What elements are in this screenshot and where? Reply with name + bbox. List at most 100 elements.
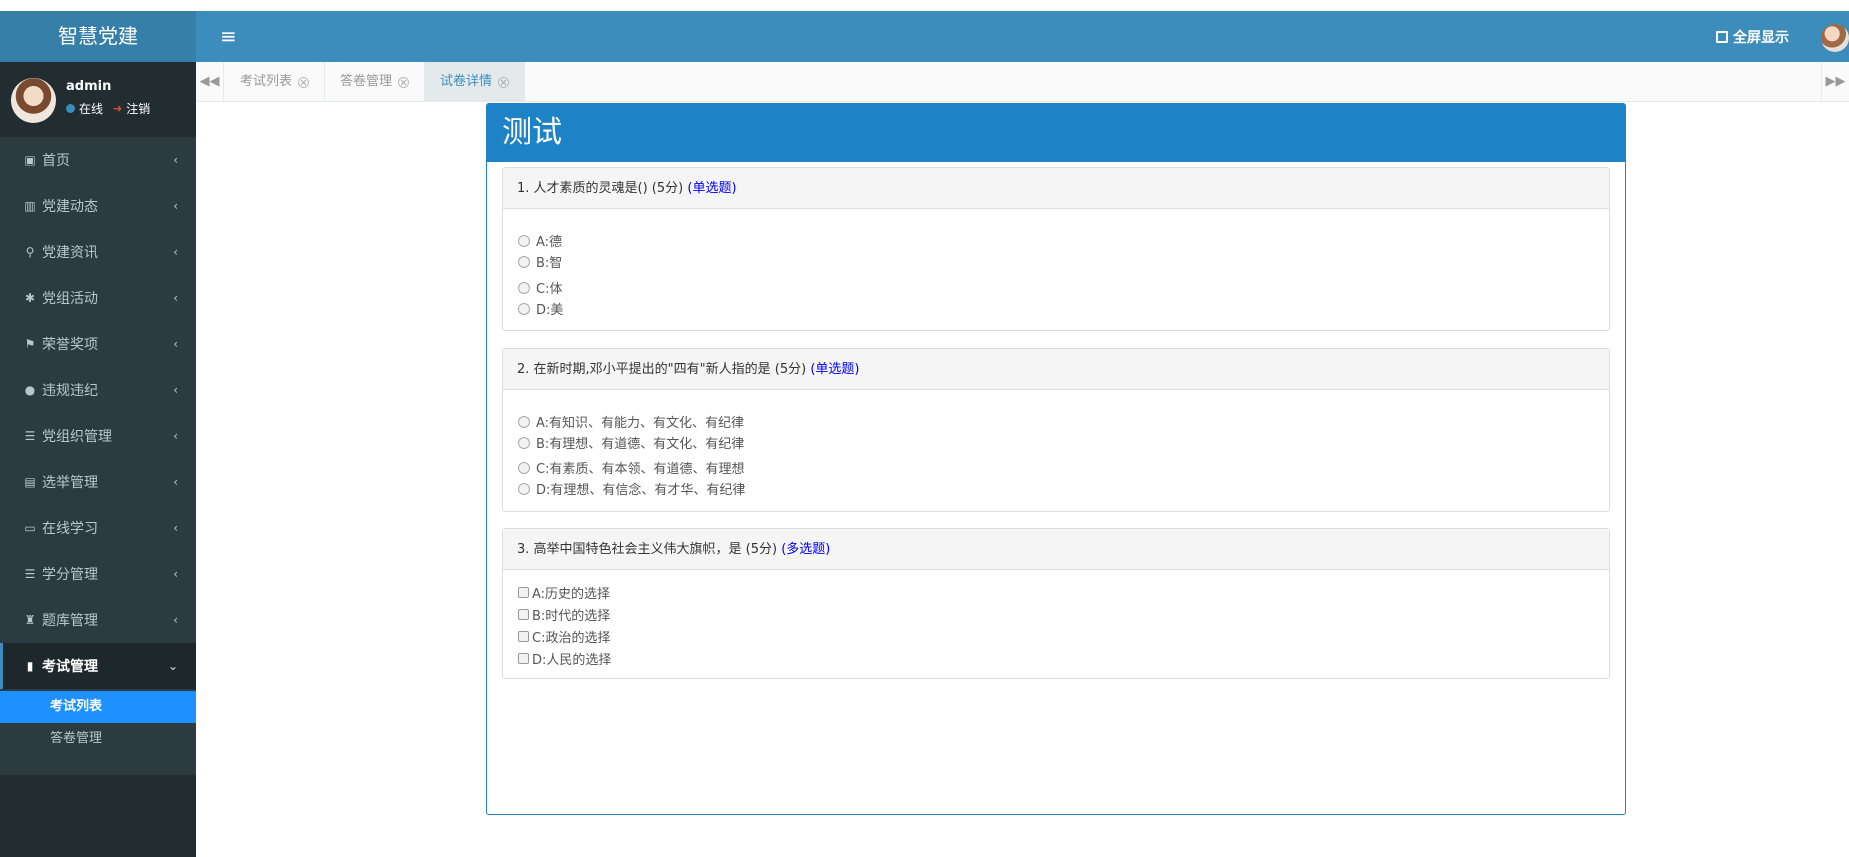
sidebar-item-label: 党建动态 — [42, 199, 98, 215]
option-radio[interactable]: B:智 — [518, 252, 562, 271]
fullscreen-button[interactable]: 全屏显示 — [1716, 27, 1789, 47]
option-label: A:有知识、有能力、有文化、有纪律 — [536, 416, 745, 431]
sidebar: admin 在线 ➜ 注销 ▣ 首页 ‹ ▥ 党建动态 ‹ ⚲ 党建资讯 ‹ ✱ 党组活动 ‹ ⚑ 荣誉奖… — [0, 62, 196, 857]
sidebar-item-8[interactable]: ▭ 在线学习 ‹ — [0, 505, 196, 551]
app-logo[interactable]: 智慧党建 — [0, 11, 196, 62]
exam-submenu: 考试列表 答卷管理 — [0, 689, 196, 775]
option-label: C:有素质、有本领、有道德、有理想 — [536, 462, 745, 477]
logout-link[interactable]: 注销 — [126, 100, 150, 117]
asterisk-icon: ✱ — [24, 291, 36, 305]
list-icon: ☰ — [24, 567, 36, 581]
sidebar-item-4[interactable]: ⚑ 荣誉奖项 ‹ — [0, 321, 196, 367]
chevron-left-icon: ‹ — [173, 153, 178, 167]
sidebar-item-exam-management[interactable]: ▮ 考试管理 ⌄ — [0, 643, 196, 689]
header: 智慧党建 ≡ 全屏显示 — [0, 11, 1849, 62]
trophy-icon: ⚑ — [24, 337, 36, 351]
chevron-left-icon: ‹ — [173, 245, 178, 259]
option-label: D:有理想、有信念、有才华、有纪律 — [536, 483, 746, 498]
checkbox-icon[interactable] — [518, 609, 529, 620]
radio-icon[interactable] — [518, 255, 530, 268]
option-checkbox[interactable]: A:历史的选择 — [518, 583, 610, 602]
option-checkbox[interactable]: B:时代的选择 — [518, 605, 610, 624]
radio-icon[interactable] — [518, 281, 530, 294]
option-label: C:政治的选择 — [532, 631, 611, 646]
tab-scroll-right-icon[interactable]: ▶▶ — [1821, 62, 1849, 102]
sidebar-item-3[interactable]: ✱ 党组活动 ‹ — [0, 275, 196, 321]
sidebar-item-2[interactable]: ⚲ 党建资讯 ‹ — [0, 229, 196, 275]
sidebar-item-label: 学分管理 — [42, 567, 98, 583]
top-strip — [0, 0, 1849, 11]
chevron-left-icon: ‹ — [173, 567, 178, 581]
option-radio[interactable]: B:有理想、有道德、有文化、有纪律 — [518, 433, 744, 452]
tab-scroll-left-icon[interactable]: ◀◀ — [196, 62, 224, 102]
chevron-down-icon: ⌄ — [167, 659, 178, 673]
tabs: 考试列表 答卷管理 试卷详情 — [225, 62, 526, 102]
tab-label: 考试列表 — [240, 74, 293, 89]
option-label: B:智 — [536, 256, 563, 271]
radio-icon[interactable] — [518, 415, 530, 428]
radio-icon[interactable] — [518, 302, 530, 315]
chevron-left-icon: ‹ — [173, 429, 178, 443]
question-text: 3. 高举中国特色社会主义伟大旗帜，是 (5分) — [517, 542, 778, 557]
sidebar-item-7[interactable]: ▤ 选举管理 ‹ — [0, 459, 196, 505]
tab-paper-detail[interactable]: 试卷详情 — [425, 62, 526, 102]
checkbox-icon[interactable] — [518, 631, 529, 642]
sidebar-item-label: 选举管理 — [42, 475, 98, 491]
option-label: D:美 — [536, 303, 564, 318]
option-radio[interactable]: C:体 — [518, 278, 562, 297]
option-radio[interactable]: D:美 — [518, 299, 563, 318]
checkbox-icon[interactable] — [518, 587, 529, 598]
chevron-left-icon: ‹ — [173, 613, 178, 627]
radio-icon[interactable] — [518, 436, 530, 449]
tab-exam-list[interactable]: 考试列表 — [225, 62, 326, 102]
close-icon[interactable] — [298, 76, 310, 88]
radio-icon[interactable] — [518, 482, 530, 495]
option-label: A:德 — [536, 235, 563, 250]
option-label: B:有理想、有道德、有文化、有纪律 — [536, 437, 745, 452]
tab-label: 答卷管理 — [340, 74, 393, 89]
close-icon[interactable] — [498, 76, 510, 88]
submenu-item-exam-list[interactable]: 考试列表 — [0, 691, 196, 723]
username: admin — [66, 79, 112, 94]
option-checkbox[interactable]: C:政治的选择 — [518, 627, 610, 646]
question-panel: 2. 在新时期,邓小平提出的"四有"新人指的是 (5分) (单选题) A:有知识… — [502, 348, 1610, 512]
user-status: 在线 ➜ 注销 — [66, 100, 150, 117]
checkbox-icon[interactable] — [518, 653, 529, 664]
credit-card-icon: ▭ — [24, 521, 36, 535]
close-icon[interactable] — [398, 76, 410, 88]
sidebar-item-9[interactable]: ☰ 学分管理 ‹ — [0, 551, 196, 597]
option-label: D:人民的选择 — [532, 653, 612, 668]
option-radio[interactable]: D:有理想、有信念、有才华、有纪律 — [518, 479, 745, 498]
header-avatar[interactable] — [1821, 24, 1849, 52]
sidebar-item-10[interactable]: ♜ 题库管理 ‹ — [0, 597, 196, 643]
chevron-left-icon: ‹ — [173, 337, 178, 351]
sidebar-item-label: 首页 — [42, 153, 70, 169]
sidebar-item-label: 题库管理 — [42, 613, 98, 629]
exam-title: 测试 — [487, 104, 1625, 162]
submenu-item-answer-management[interactable]: 答卷管理 — [0, 723, 196, 755]
question-type: (多选题) — [781, 542, 831, 557]
binoculars-icon: ⚲ — [25, 245, 35, 259]
option-checkbox[interactable]: D:人民的选择 — [518, 649, 611, 668]
expand-icon — [1716, 31, 1728, 43]
option-radio[interactable]: A:有知识、有能力、有文化、有纪律 — [518, 412, 744, 431]
sidebar-menu: ▣ 首页 ‹ ▥ 党建动态 ‹ ⚲ 党建资讯 ‹ ✱ 党组活动 ‹ ⚑ 荣誉奖项 ‹ ● 违规违纪 ‹ ☰ 党组织管理… — [0, 137, 196, 643]
option-radio[interactable]: A:德 — [518, 231, 562, 250]
question-type: (单选题) — [687, 181, 737, 196]
sidebar-item-6[interactable]: ☰ 党组织管理 ‹ — [0, 413, 196, 459]
online-dot-icon — [66, 104, 75, 113]
question-panel: 3. 高举中国特色社会主义伟大旗帜，是 (5分) (多选题) A:历史的选择 B… — [502, 528, 1610, 679]
radio-icon[interactable] — [518, 461, 530, 474]
tab-answer-management[interactable]: 答卷管理 — [325, 62, 426, 102]
option-radio[interactable]: C:有素质、有本领、有道德、有理想 — [518, 458, 744, 477]
menu-toggle-icon[interactable]: ≡ — [220, 24, 237, 48]
question-text: 1. 人才素质的灵魂是() (5分) — [517, 181, 684, 196]
question-header: 3. 高举中国特色社会主义伟大旗帜，是 (5分) (多选题) — [503, 529, 1609, 570]
sidebar-item-5[interactable]: ● 违规违纪 ‹ — [0, 367, 196, 413]
exam-paper: 测试 1. 人才素质的灵魂是() (5分) (单选题) A:德 B:智 C:体 … — [486, 103, 1626, 815]
globe-icon: ● — [24, 383, 36, 397]
sidebar-item-1[interactable]: ▥ 党建动态 ‹ — [0, 183, 196, 229]
sidebar-item-0[interactable]: ▣ 首页 ‹ — [0, 137, 196, 183]
radio-icon[interactable] — [518, 234, 530, 247]
sidebar-item-label: 党组活动 — [42, 291, 98, 307]
